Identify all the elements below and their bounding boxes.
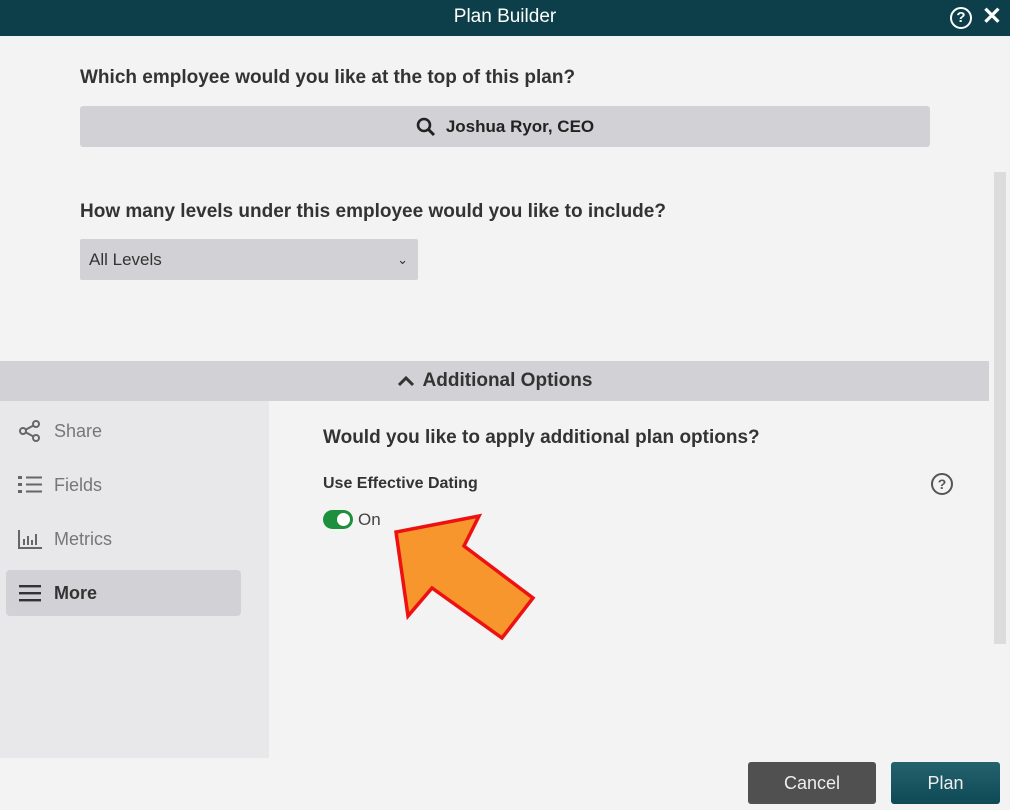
- sidebar-item-label: Share: [54, 420, 103, 441]
- sidebar-item-label: More: [54, 582, 98, 603]
- sidebar-item-share[interactable]: Share: [6, 408, 241, 454]
- question-circle-icon[interactable]: ?: [950, 7, 972, 29]
- levels-select-value: All Levels: [89, 250, 162, 269]
- sidebar-item-label: Metrics: [54, 528, 112, 549]
- employee-search-button[interactable]: Joshua Ryor, CEO: [80, 106, 930, 147]
- sidebar-item-fields[interactable]: Fields: [6, 462, 241, 508]
- levels-question: How many levels under this employee woul…: [80, 201, 666, 222]
- additional-options-toggle[interactable]: Additional Options: [0, 361, 989, 401]
- close-icon[interactable]: ✕: [982, 0, 1002, 34]
- sidebar-item-more[interactable]: More: [6, 570, 241, 616]
- question-circle-icon[interactable]: ?: [931, 473, 953, 495]
- effective-dating-toggle[interactable]: [323, 510, 353, 529]
- scrollbar[interactable]: [994, 172, 1006, 644]
- search-icon: [416, 117, 435, 136]
- effective-dating-state: On: [358, 510, 381, 529]
- plan-button[interactable]: Plan: [891, 762, 1000, 804]
- sidebar-item-metrics[interactable]: Metrics: [6, 516, 241, 562]
- chevron-down-icon: ⌄: [397, 252, 408, 267]
- effective-dating-label: Use Effective Dating: [323, 475, 478, 492]
- annotation-arrow-icon: [394, 513, 536, 641]
- dialog-header: Plan Builder ? ✕: [0, 0, 1010, 36]
- menu-icon: [6, 583, 54, 603]
- options-sidebar: Share Fields Metrics More: [0, 401, 269, 758]
- list-icon: [6, 474, 54, 496]
- levels-select[interactable]: All Levels ⌄: [80, 239, 418, 280]
- additional-options-label: Additional Options: [422, 370, 593, 391]
- bar-chart-icon: [6, 528, 54, 550]
- plan-options-question: Would you like to apply additional plan …: [323, 427, 760, 448]
- dialog-title: Plan Builder: [453, 6, 557, 27]
- cancel-button[interactable]: Cancel: [748, 762, 876, 804]
- sidebar-item-label: Fields: [54, 474, 103, 495]
- top-employee-question: Which employee would you like at the top…: [80, 67, 576, 88]
- employee-search-value: Joshua Ryor, CEO: [445, 116, 595, 136]
- chevron-up-icon: [397, 375, 414, 387]
- share-icon: [6, 419, 54, 443]
